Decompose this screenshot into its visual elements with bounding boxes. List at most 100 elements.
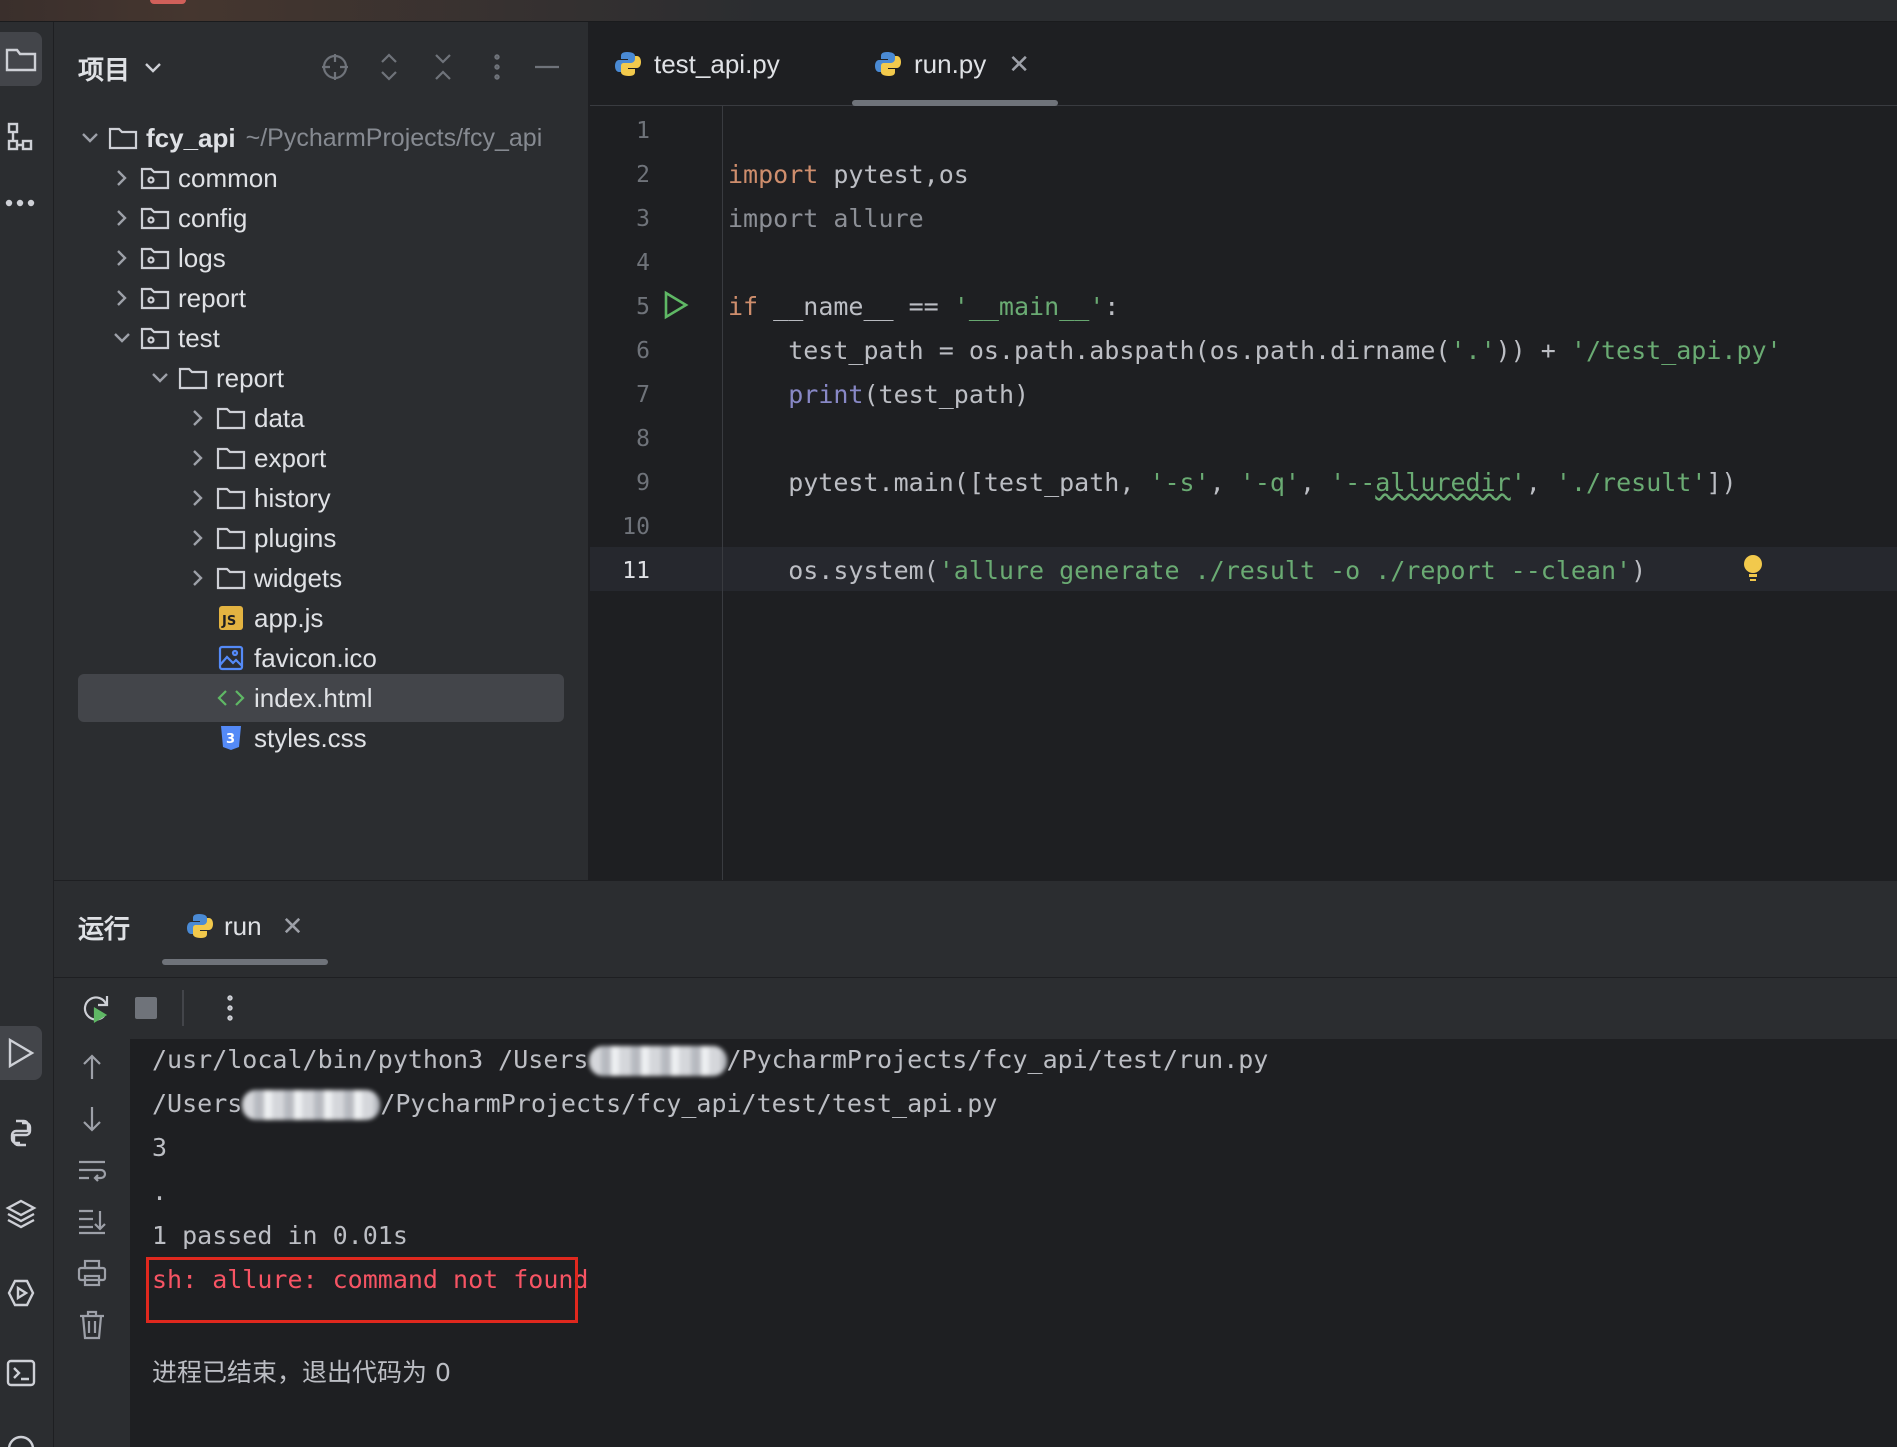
tree-item-label: config [178, 202, 248, 233]
tab-run-py[interactable]: run.py ✕ [874, 22, 1030, 106]
options-button[interactable] [480, 50, 514, 84]
redacted-username [588, 1046, 727, 1076]
code-token: (test_path) [863, 380, 1030, 409]
hide-panel-button[interactable] [530, 50, 564, 84]
tree-item-label: report [178, 282, 246, 313]
scroll-up-button[interactable] [74, 1049, 110, 1085]
svg-text:3: 3 [226, 732, 235, 747]
chevron-down-icon[interactable] [144, 62, 162, 74]
terminal-tool-button[interactable] [0, 1346, 42, 1400]
code-line-9[interactable]: pytest.main([test_path, '-s', '-q', '--a… [728, 468, 1737, 497]
tree-item-label: app.js [254, 602, 324, 633]
expand-all-button[interactable] [372, 50, 406, 84]
collapse-all-icon [435, 54, 451, 80]
line-number: 8 [636, 426, 650, 452]
chevron-right-icon[interactable] [110, 286, 134, 310]
code-line-6[interactable]: test_path = os.path.abspath(os.path.dirn… [728, 336, 1782, 365]
console-exit-line: 进程已结束，退出代码为 0 [152, 1358, 451, 1387]
soft-wrap-button[interactable] [74, 1153, 110, 1189]
rerun-button[interactable] [78, 990, 114, 1026]
code-line-7[interactable]: print(test_path) [728, 380, 1029, 409]
code-token: pytest.main([test_path, [728, 468, 1150, 497]
clear-console-button[interactable] [74, 1307, 110, 1343]
line-number: 1 [636, 118, 650, 144]
collapse-all-button[interactable] [426, 50, 460, 84]
python-file-icon [187, 914, 213, 938]
python-file-icon [615, 52, 641, 76]
tree-item-label: data [254, 402, 305, 433]
scroll-to-end-button[interactable] [74, 1203, 110, 1239]
terminal-icon [6, 1359, 36, 1387]
chevron-right-icon[interactable] [110, 166, 134, 190]
lightbulb-icon[interactable] [1742, 554, 1764, 584]
more-tools-button[interactable] [0, 176, 42, 230]
locate-icon [322, 54, 348, 80]
code-token: '__main__' [953, 292, 1105, 321]
code-token: ]) [1706, 468, 1737, 497]
editor-gutter: 1 2 3 4 5 6 7 8 9 10 11 [590, 106, 723, 880]
chevron-right-icon[interactable] [110, 206, 134, 230]
project-tool-button[interactable] [0, 32, 42, 86]
line-number: 3 [636, 206, 650, 232]
code-token: '/test_api.py' [1570, 336, 1782, 365]
tree-item-label: export [254, 442, 327, 473]
layers-tool-button[interactable] [0, 1186, 42, 1240]
chevron-right-icon[interactable] [186, 486, 210, 510]
console-text: /usr/local/bin/python3 /Users [152, 1045, 589, 1074]
run-tab[interactable]: run ✕ [186, 903, 303, 949]
code-token: ) [1631, 556, 1647, 585]
tree-item-styles-css[interactable]: 3 styles.css [78, 714, 564, 762]
code-token: if [728, 292, 759, 321]
active-tab-indicator [852, 100, 1058, 106]
code-token: test_path = os.path.abspath(os.path.dirn… [728, 336, 1451, 365]
code-token: )) + [1495, 336, 1571, 365]
chevron-right-icon[interactable] [186, 406, 210, 430]
code-token: '-q' [1239, 468, 1300, 497]
folder-icon [178, 363, 208, 393]
structure-tool-button[interactable] [0, 110, 42, 164]
chevron-right-icon[interactable] [186, 566, 210, 590]
chevron-down-icon[interactable] [148, 366, 172, 390]
package-folder-icon [140, 203, 170, 233]
toolbar-divider [178, 990, 188, 1026]
chevron-down-icon[interactable] [78, 126, 102, 150]
folder-icon [216, 443, 246, 473]
expand-all-icon [381, 53, 397, 81]
line-number: 2 [636, 162, 650, 188]
package-folder-icon [140, 323, 170, 353]
code-token: import [728, 160, 819, 189]
tool-window-strip [0, 22, 54, 1447]
chevron-right-icon[interactable] [186, 446, 210, 470]
chevron-right-icon[interactable] [110, 246, 134, 270]
tab-test-api-py[interactable]: test_api.py [614, 22, 780, 106]
python-console-tool-button[interactable] [0, 1106, 42, 1160]
tree-root-path: ~/PycharmProjects/fcy_api [245, 123, 543, 152]
chevron-right-icon[interactable] [186, 526, 210, 550]
stop-icon [135, 997, 157, 1019]
code-line-3[interactable]: import allure [728, 204, 924, 233]
run-gutter-icon[interactable] [662, 290, 690, 320]
code-token: '.' [1450, 336, 1496, 365]
code-token: print [788, 380, 864, 409]
project-panel-title[interactable]: 项目 [78, 50, 130, 87]
code-line-5[interactable]: if __name__ == '__main__': [728, 292, 1119, 321]
run-options-button[interactable] [212, 990, 248, 1026]
folder-icon [5, 48, 37, 72]
locate-button[interactable] [318, 50, 352, 84]
console-output[interactable]: /usr/local/bin/python3 /Users/PycharmPro… [130, 1039, 1897, 1447]
code-line-2[interactable]: import pytest,os [728, 160, 969, 189]
code-line-11[interactable]: os.system('allure generate ./result -o .… [728, 556, 1646, 585]
chevron-down-icon[interactable] [110, 326, 134, 350]
problems-tool-button[interactable] [0, 1422, 42, 1447]
services-tool-button[interactable] [0, 1266, 42, 1320]
folder-icon [216, 523, 246, 553]
tree-item-label: styles.css [254, 722, 367, 753]
print-button[interactable] [74, 1255, 110, 1291]
stop-button[interactable] [128, 990, 164, 1026]
structure-icon [7, 122, 33, 151]
run-tool-button[interactable] [0, 1026, 42, 1080]
tree-item-label: logs [178, 242, 226, 273]
scroll-down-button[interactable] [74, 1101, 110, 1137]
close-tab-icon[interactable]: ✕ [282, 911, 304, 942]
close-tab-icon[interactable]: ✕ [1008, 49, 1030, 80]
